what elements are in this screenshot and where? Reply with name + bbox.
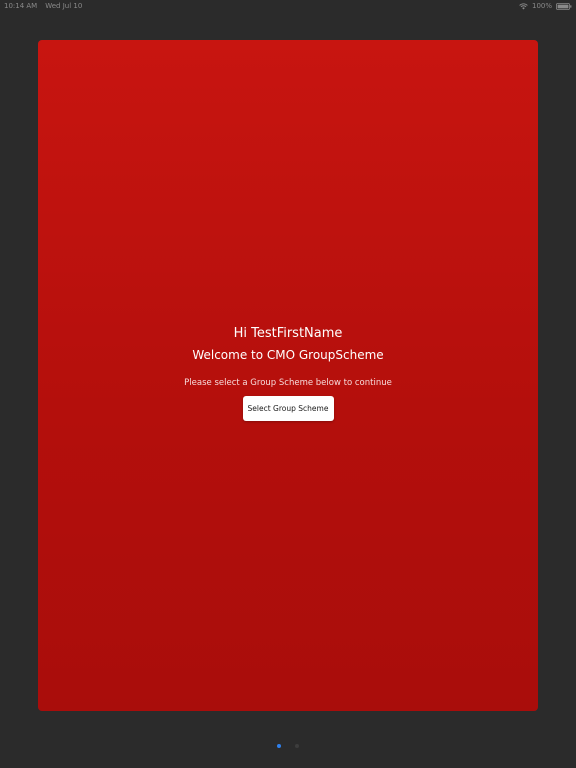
- welcome-title: Welcome to CMO GroupScheme: [192, 348, 384, 362]
- wifi-icon: [519, 2, 528, 9]
- greeting-text: Hi TestFirstName: [233, 326, 343, 341]
- page-dot-active[interactable]: [277, 744, 281, 748]
- status-left: 10:14 AM Wed Jul 10: [4, 0, 90, 12]
- battery-percent: 100%: [531, 2, 552, 10]
- page-dot[interactable]: [295, 744, 299, 748]
- status-bar: 10:14 AM Wed Jul 10 100%: [0, 0, 576, 12]
- status-right: 100%: [519, 0, 572, 12]
- select-group-scheme-button[interactable]: Select Group Scheme: [242, 396, 334, 421]
- instruction-text: Please select a Group Scheme below to co…: [184, 378, 392, 388]
- page-indicator[interactable]: [0, 744, 576, 748]
- battery-icon: [556, 2, 572, 10]
- status-date: Wed Jul 10: [45, 2, 83, 10]
- welcome-block: Hi TestFirstName Welcome to CMO GroupSch…: [0, 324, 576, 421]
- status-time: 10:14 AM: [4, 2, 38, 10]
